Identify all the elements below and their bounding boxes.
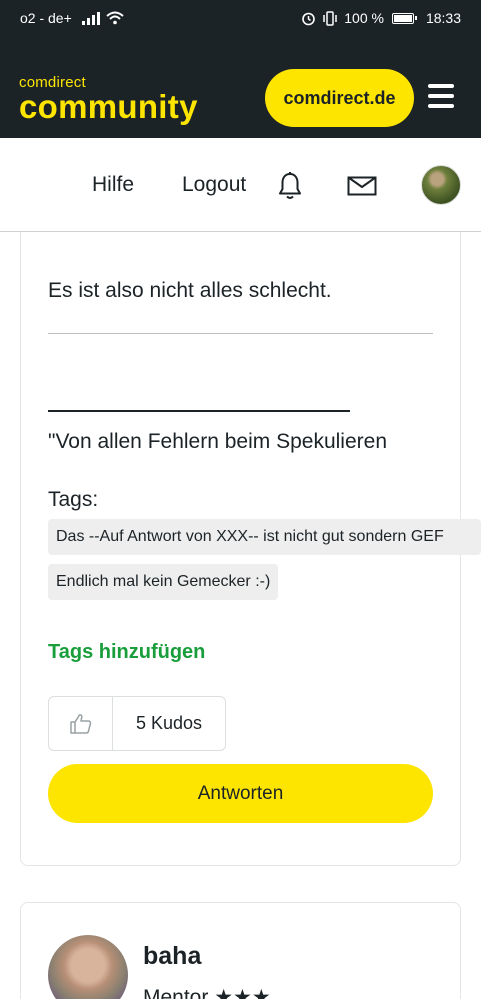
user-nav-bar: Hilfe Logout [0, 138, 481, 232]
battery-label: 100 % [344, 10, 384, 26]
hamburger-menu-icon[interactable] [428, 84, 454, 108]
post-text-line: Es ist also nicht alles schlecht. [48, 279, 332, 302]
kudos-widget: 5 Kudos [48, 696, 226, 751]
wifi-icon [106, 11, 124, 25]
comdirect-site-button[interactable]: comdirect.de [265, 69, 414, 127]
signal-icon [81, 11, 100, 25]
signature-quote: "Von allen Fehlern beim Spekulieren [48, 430, 387, 453]
kudos-button[interactable] [49, 697, 113, 750]
tag-chip[interactable]: Endlich mal kein Gemecker :-) [48, 564, 279, 600]
vibrate-icon [323, 10, 337, 26]
status-bar: o2 - de+ 100 % 18:33 [0, 0, 481, 38]
logout-link[interactable]: Logout [182, 173, 246, 197]
tag-chip[interactable]: Das --Auf Antwort von XXX-- ist nicht gu… [48, 519, 481, 555]
battery-icon [391, 12, 417, 24]
add-tags-link[interactable]: Tags hinzufügen [48, 641, 205, 664]
author-username[interactable]: baha [143, 942, 201, 971]
app-header: comdirect community comdirect.de [0, 38, 481, 138]
logo-big-text: community [19, 88, 198, 125]
clock: 18:33 [425, 10, 461, 26]
alarm-icon [302, 12, 316, 25]
status-right: 100 % 18:33 [301, 10, 461, 26]
tags-label: Tags: [48, 488, 99, 511]
community-logo[interactable]: comdirect community [19, 75, 198, 125]
user-avatar[interactable] [421, 165, 461, 205]
mail-icon[interactable] [347, 176, 377, 196]
help-link[interactable]: Hilfe [92, 173, 134, 197]
thumbs-up-icon [69, 713, 91, 734]
signature-divider [48, 333, 433, 334]
kudos-count: 5 Kudos [135, 713, 203, 733]
reply-button[interactable]: Antworten [48, 764, 433, 823]
status-left: o2 - de+ [20, 10, 124, 26]
bell-icon[interactable] [277, 171, 303, 201]
signature-underline [48, 410, 350, 412]
carrier-label: o2 - de+ [20, 10, 72, 26]
author-rank: Mentor ★★★ [143, 986, 271, 999]
